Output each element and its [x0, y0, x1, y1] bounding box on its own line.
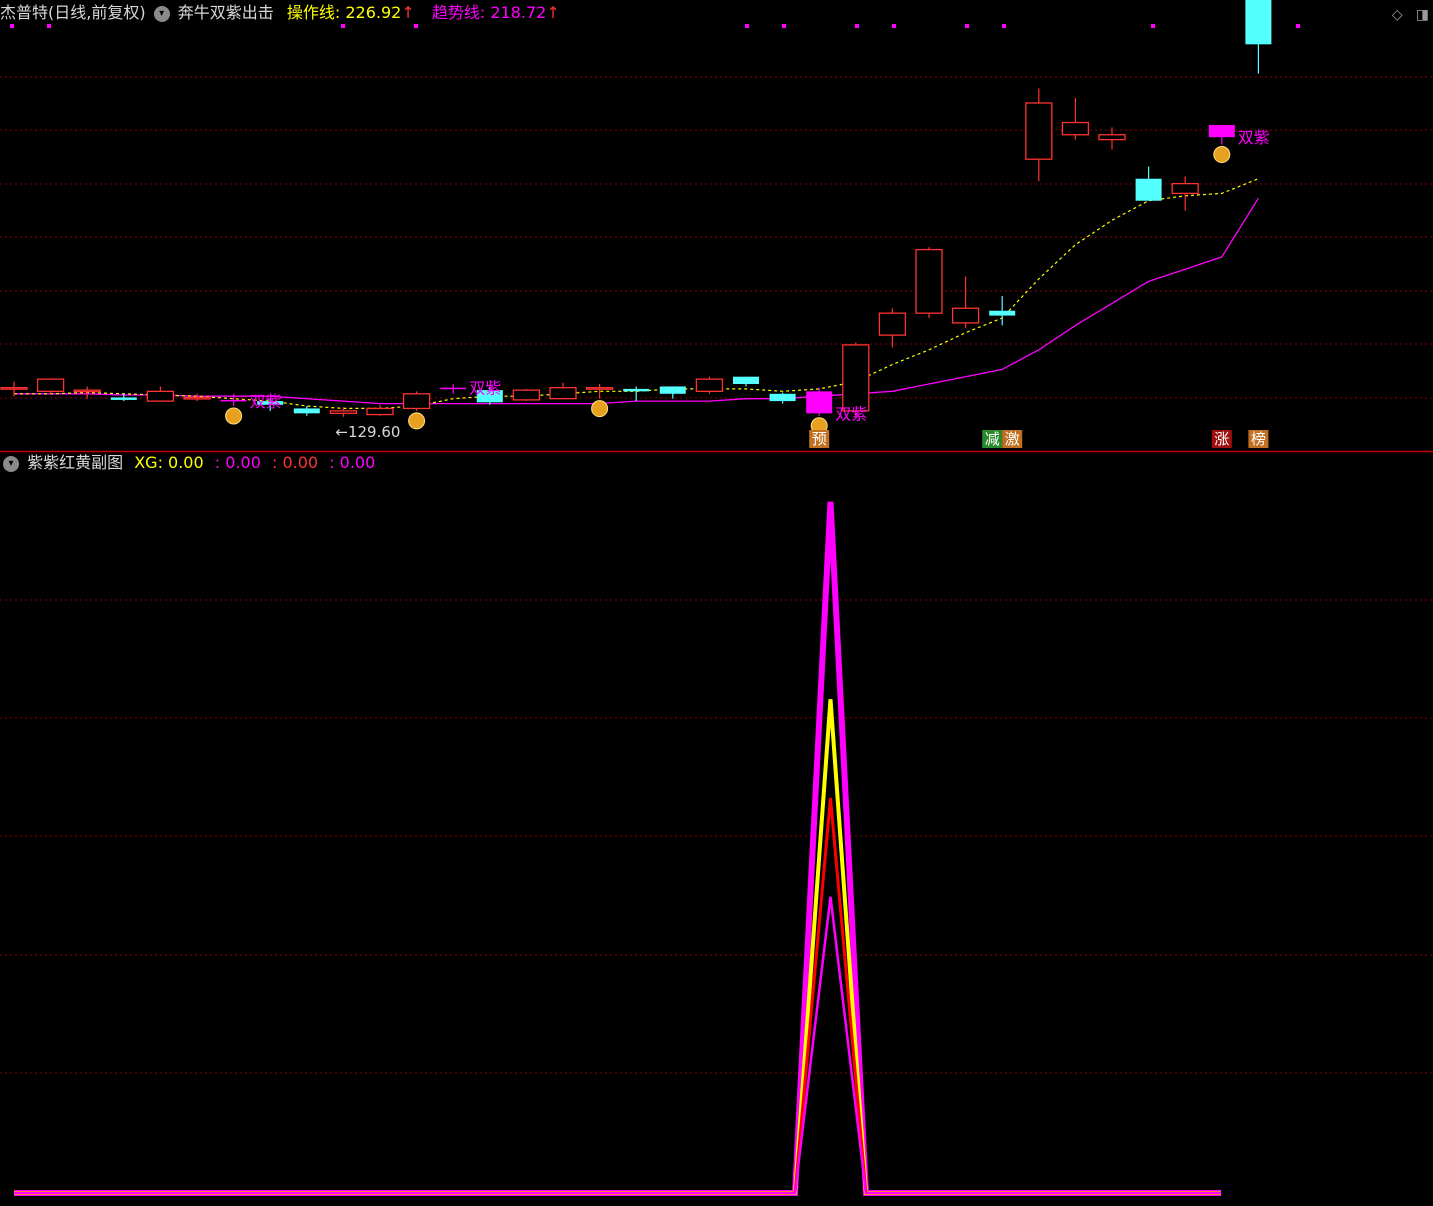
diamond-icon[interactable]: ◇	[1392, 7, 1403, 23]
red-value: : 0.00	[271, 453, 319, 472]
candle-body	[36, 378, 65, 392]
candle-body	[989, 310, 1016, 316]
trend-line-label: 趋势线: 218.72	[431, 3, 547, 22]
chevron-down-icon[interactable]: ▾	[153, 5, 170, 22]
signal-dot	[745, 24, 749, 28]
money-bag-icon	[1213, 146, 1231, 164]
signal-dot	[1296, 24, 1300, 28]
up-arrow-icon: ↑	[546, 3, 560, 22]
signal-dot	[855, 24, 859, 28]
window-controls: ◇ ◨	[1384, 4, 1429, 23]
shuangzi-label: 双紫	[469, 379, 501, 398]
signal-dot	[10, 24, 14, 28]
money-bag-icon	[408, 412, 426, 430]
candle-body	[1135, 178, 1162, 201]
trend-line	[14, 197, 1259, 405]
signal-dot	[1002, 24, 1006, 28]
candle-body	[951, 307, 980, 324]
candle-body	[733, 376, 759, 385]
candle-body	[146, 390, 175, 402]
low-price-label: ←129.60	[335, 423, 400, 441]
signal-dot	[1151, 24, 1155, 28]
signal-dot	[47, 24, 51, 28]
candle-body	[1245, 0, 1272, 45]
signal-dot	[782, 24, 786, 28]
sub-series-line	[14, 797, 1221, 1195]
xg-value: XG: 0.00	[134, 453, 204, 472]
candle-body	[549, 387, 577, 400]
candle-body	[440, 387, 467, 390]
shuangzi-label: 双紫	[835, 404, 867, 423]
sub-chart-header: ▾ 紫紫红黄副图 XG: 0.00 : 0.00 : 0.00 : 0.00	[0, 452, 375, 474]
chart-canvas: 双紫双紫双紫双紫←129.60←277.77预减激涨榜	[0, 0, 1433, 1196]
money-bag-icon	[225, 407, 243, 425]
candle-body	[585, 387, 614, 390]
ji-label: 激	[1005, 430, 1020, 448]
candle-body	[366, 407, 394, 416]
candle-body	[329, 410, 358, 414]
candle-body	[1171, 182, 1199, 195]
shuangzi-label: 双紫	[1238, 128, 1270, 147]
purple-value: : 0.00	[214, 453, 261, 472]
main-chart-header: 杰普特(日线,前复权) ▾ 奔牛双紫出击 操作线: 226.92↑ 趋势线: 2…	[0, 2, 560, 24]
candle-body	[1098, 134, 1126, 141]
candle-body	[110, 397, 137, 400]
candle-body	[0, 387, 28, 390]
candle-body	[769, 393, 796, 402]
indicator-name[interactable]: 奔牛双紫出击	[178, 2, 274, 24]
bang-label: 榜	[1251, 430, 1266, 448]
candle-body	[73, 389, 101, 393]
sub-indicator-name[interactable]: 紫紫红黄副图	[27, 452, 123, 474]
sub-series-line	[14, 896, 1221, 1195]
candle-body	[1208, 124, 1235, 138]
signal-dot	[965, 24, 969, 28]
up-arrow-icon: ↑	[401, 3, 415, 22]
sub-series-line	[14, 501, 1221, 1196]
signal-dot	[892, 24, 896, 28]
money-bag-icon	[591, 400, 609, 418]
candle-body	[842, 344, 870, 412]
magenta-value: : 0.00	[329, 453, 376, 472]
candle-body	[695, 378, 724, 392]
jian-label: 减	[985, 430, 1000, 448]
candle-body	[512, 389, 541, 401]
candle-body	[659, 386, 686, 394]
signal-dot	[341, 24, 345, 28]
yu-label: 预	[812, 430, 827, 448]
chevron-down-icon[interactable]: ▾	[3, 455, 19, 472]
candle-body	[878, 312, 907, 336]
candle-body	[623, 388, 650, 392]
candle-body	[293, 408, 320, 414]
operate-line	[14, 178, 1259, 409]
candle-body	[183, 396, 211, 400]
candle-body	[806, 391, 833, 414]
candle-body	[1025, 102, 1053, 160]
candle-body	[915, 248, 943, 314]
shuangzi-label: 双紫	[250, 392, 282, 411]
sub-series-line	[14, 699, 1221, 1195]
operate-line-label: 操作线: 226.92	[286, 3, 402, 22]
stock-title[interactable]: 杰普特(日线,前复权)	[0, 2, 146, 24]
candle-body	[220, 399, 247, 402]
signal-dot	[414, 24, 418, 28]
candle-body	[1061, 121, 1090, 136]
candle-body	[402, 393, 431, 410]
zhang-label: 涨	[1214, 430, 1229, 448]
panel-toggle-icon[interactable]: ◨	[1416, 7, 1429, 23]
